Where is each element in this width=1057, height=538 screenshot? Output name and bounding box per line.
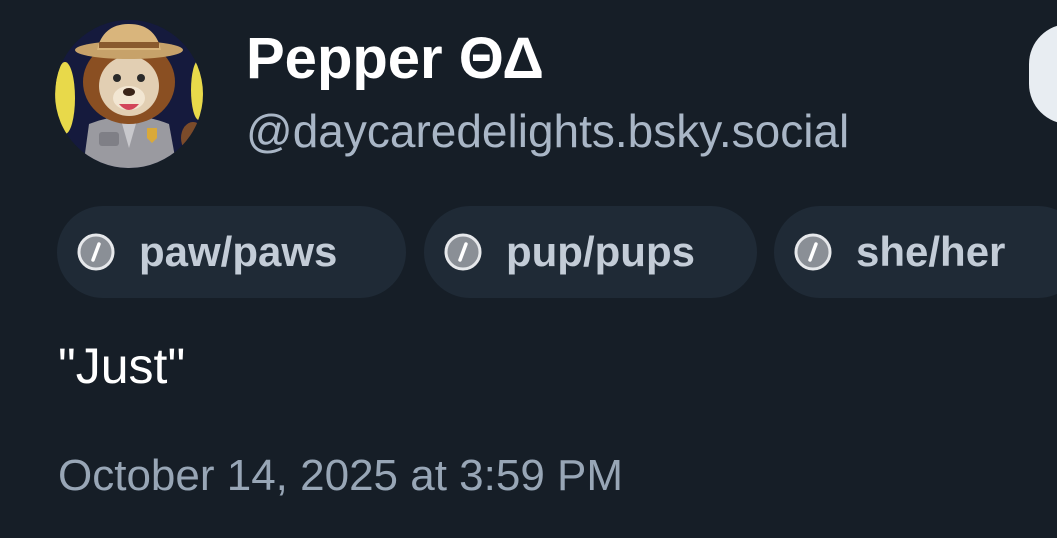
pronoun-label: pup/pups (506, 228, 695, 275)
pronoun-pill-pup[interactable]: pup/pups (424, 206, 757, 298)
post-timestamp: October 14, 2025 at 3:59 PM (58, 451, 624, 500)
display-name[interactable]: Pepper ΘΔ (246, 26, 544, 92)
follow-button[interactable] (1029, 24, 1057, 124)
pronoun-label: she/her (856, 228, 1006, 275)
pronoun-pill-paw[interactable]: paw/paws (57, 206, 406, 298)
pronoun-label: paw/paws (139, 228, 338, 275)
pronoun-pill-she[interactable]: she/her (774, 206, 1057, 298)
avatar[interactable] (55, 20, 203, 168)
pronoun-pills: paw/paws pup/pups she/her (57, 206, 1057, 298)
post-text: "Just" (58, 338, 186, 394)
profile-handle[interactable]: @daycaredelights.bsky.social (246, 103, 849, 159)
pronoun-slash-icon (77, 233, 115, 271)
pronoun-slash-icon (444, 233, 482, 271)
pronoun-slash-icon (794, 233, 832, 271)
